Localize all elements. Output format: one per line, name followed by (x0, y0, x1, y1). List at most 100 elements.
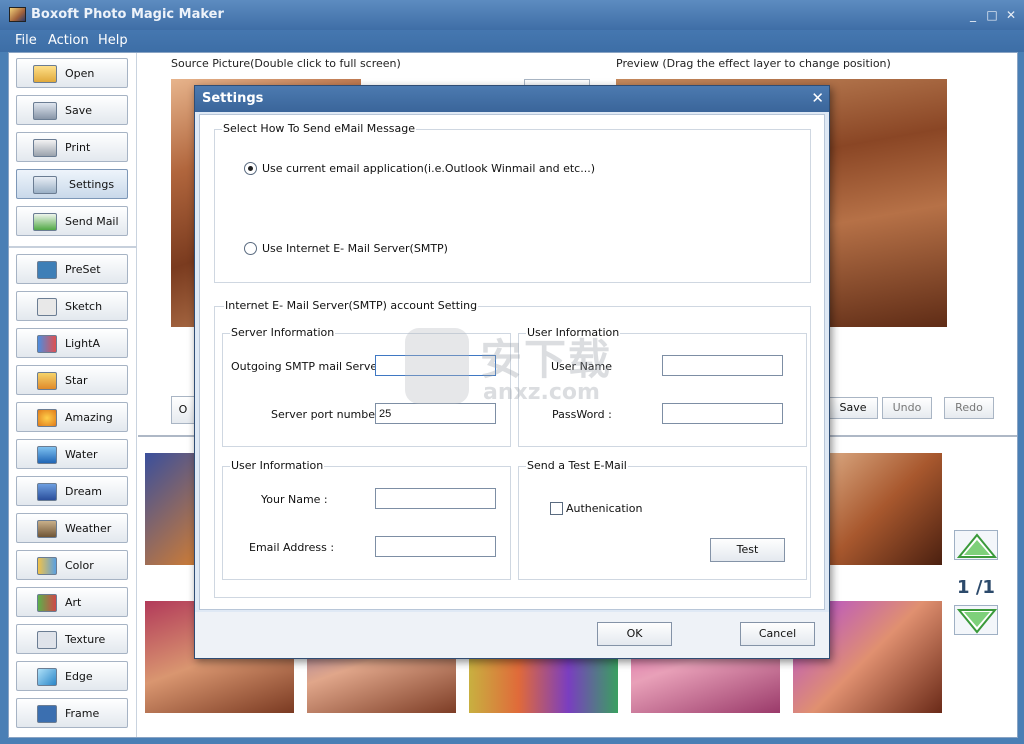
dream-label: Dream (65, 485, 102, 498)
preview-save-button[interactable]: Save (828, 397, 878, 419)
send-mail-button[interactable]: Send Mail (16, 206, 128, 236)
weather-label: Weather (65, 522, 112, 535)
edge-button[interactable]: Edge (16, 661, 128, 691)
maximize-button[interactable]: □ (985, 8, 999, 22)
preset-button[interactable]: PreSet (16, 254, 128, 284)
texture-icon (37, 631, 57, 649)
email-address-label: Email Address : (249, 541, 335, 554)
shield-logo-icon (405, 328, 469, 404)
settings-icon (33, 176, 57, 194)
sidebar: Open Save Print Settings Send Mail PreSe… (9, 53, 137, 737)
preset-label: PreSet (65, 263, 101, 276)
scroll-up-button[interactable] (954, 530, 998, 560)
weather-button[interactable]: Weather (16, 513, 128, 543)
weather-icon (37, 520, 57, 538)
radio-current-app-label[interactable]: Use current email application(i.e.Outloo… (262, 162, 595, 175)
sketch-label: Sketch (65, 300, 103, 313)
frame-icon (37, 705, 57, 723)
color-label: Color (65, 559, 94, 572)
smtp-server-label: Outgoing SMTP mail Server: (231, 360, 386, 373)
radio-current-app[interactable] (244, 162, 257, 175)
test-email-legend: Send a Test E-Mail (526, 459, 628, 472)
dream-button[interactable]: Dream (16, 476, 128, 506)
radio-smtp-label[interactable]: Use Internet E- Mail Server(SMTP) (262, 242, 448, 255)
folder-icon (33, 65, 57, 83)
source-caption: Source Picture(Double click to full scre… (171, 57, 401, 70)
password-input[interactable] (662, 403, 783, 424)
print-label: Print (65, 141, 91, 154)
user-info-left-group: User Information Your Name : Email Addre… (222, 459, 511, 580)
user-info-left-legend: User Information (230, 459, 325, 472)
app-icon (9, 7, 26, 22)
smtp-account-legend: Internet E- Mail Server(SMTP) account Se… (224, 299, 479, 312)
amazing-label: Amazing (65, 411, 113, 424)
save-icon (33, 102, 57, 120)
lighta-button[interactable]: LightA (16, 328, 128, 358)
test-button[interactable]: Test (710, 538, 785, 562)
open-button[interactable]: Open (16, 58, 128, 88)
test-email-group: Send a Test E-Mail Authenication Test (518, 459, 807, 580)
star-label: Star (65, 374, 88, 387)
water-button[interactable]: Water (16, 439, 128, 469)
menu-action[interactable]: Action (48, 33, 89, 48)
dialog-footer: OK Cancel (195, 612, 829, 658)
send-method-legend: Select How To Send eMail Message (222, 122, 417, 135)
art-label: Art (65, 596, 82, 609)
water-icon (37, 446, 57, 464)
sketch-button[interactable]: Sketch (16, 291, 128, 321)
page-indicator: 1 /1 (957, 577, 995, 598)
menu-file[interactable]: File (15, 33, 37, 48)
authentication-checkbox[interactable] (550, 502, 563, 515)
radio-smtp[interactable] (244, 242, 257, 255)
watermark-url: anxz.com (483, 380, 600, 405)
username-input[interactable] (662, 355, 783, 376)
lighta-label: LightA (65, 337, 100, 350)
star-button[interactable]: Star (16, 365, 128, 395)
send-mail-label: Send Mail (65, 215, 119, 228)
save-label: Save (65, 104, 93, 117)
star-icon (37, 372, 57, 390)
title-bar: Boxoft Photo Magic Maker _ □ ✕ (0, 0, 1024, 30)
preview-caption: Preview (Drag the effect layer to change… (616, 57, 891, 70)
amazing-button[interactable]: Amazing (16, 402, 128, 432)
scroll-down-button[interactable] (954, 605, 998, 635)
settings-button[interactable]: Settings (16, 169, 128, 199)
dialog-close-button[interactable]: ✕ (811, 89, 824, 107)
cancel-button[interactable]: Cancel (740, 622, 815, 646)
open-partial-button[interactable]: O (171, 396, 195, 424)
ok-button[interactable]: OK (597, 622, 672, 646)
save-button[interactable]: Save (16, 95, 128, 125)
email-address-input[interactable] (375, 536, 496, 557)
menu-help[interactable]: Help (98, 33, 128, 48)
server-port-label: Server port number : (271, 408, 387, 421)
authentication-label[interactable]: Authenication (566, 502, 642, 515)
undo-button[interactable]: Undo (882, 397, 932, 419)
color-icon (37, 557, 57, 575)
send-method-group: Select How To Send eMail Message Use cur… (214, 122, 811, 283)
texture-label: Texture (65, 633, 106, 646)
triangle-up-icon (956, 533, 998, 558)
dialog-title: Settings (202, 91, 264, 106)
your-name-input[interactable] (375, 488, 496, 509)
menu-bar: File Action Help (0, 30, 1024, 52)
print-button[interactable]: Print (16, 132, 128, 162)
frame-label: Frame (65, 707, 100, 720)
water-label: Water (65, 448, 98, 461)
window-title: Boxoft Photo Magic Maker (31, 7, 224, 22)
open-label: Open (65, 67, 95, 80)
settings-label: Settings (69, 178, 115, 191)
frame-button[interactable]: Frame (16, 698, 128, 728)
mail-icon (33, 213, 57, 231)
art-icon (37, 594, 57, 612)
triangle-down-icon (956, 609, 998, 634)
redo-button[interactable]: Redo (944, 397, 994, 419)
watermark-text: 安下载 (480, 335, 613, 384)
minimize-button[interactable]: _ (966, 8, 980, 22)
texture-button[interactable]: Texture (16, 624, 128, 654)
your-name-label: Your Name : (261, 493, 328, 506)
sidebar-divider (9, 246, 137, 248)
art-button[interactable]: Art (16, 587, 128, 617)
server-info-legend: Server Information (230, 326, 336, 339)
close-button[interactable]: ✕ (1004, 8, 1018, 22)
color-button[interactable]: Color (16, 550, 128, 580)
